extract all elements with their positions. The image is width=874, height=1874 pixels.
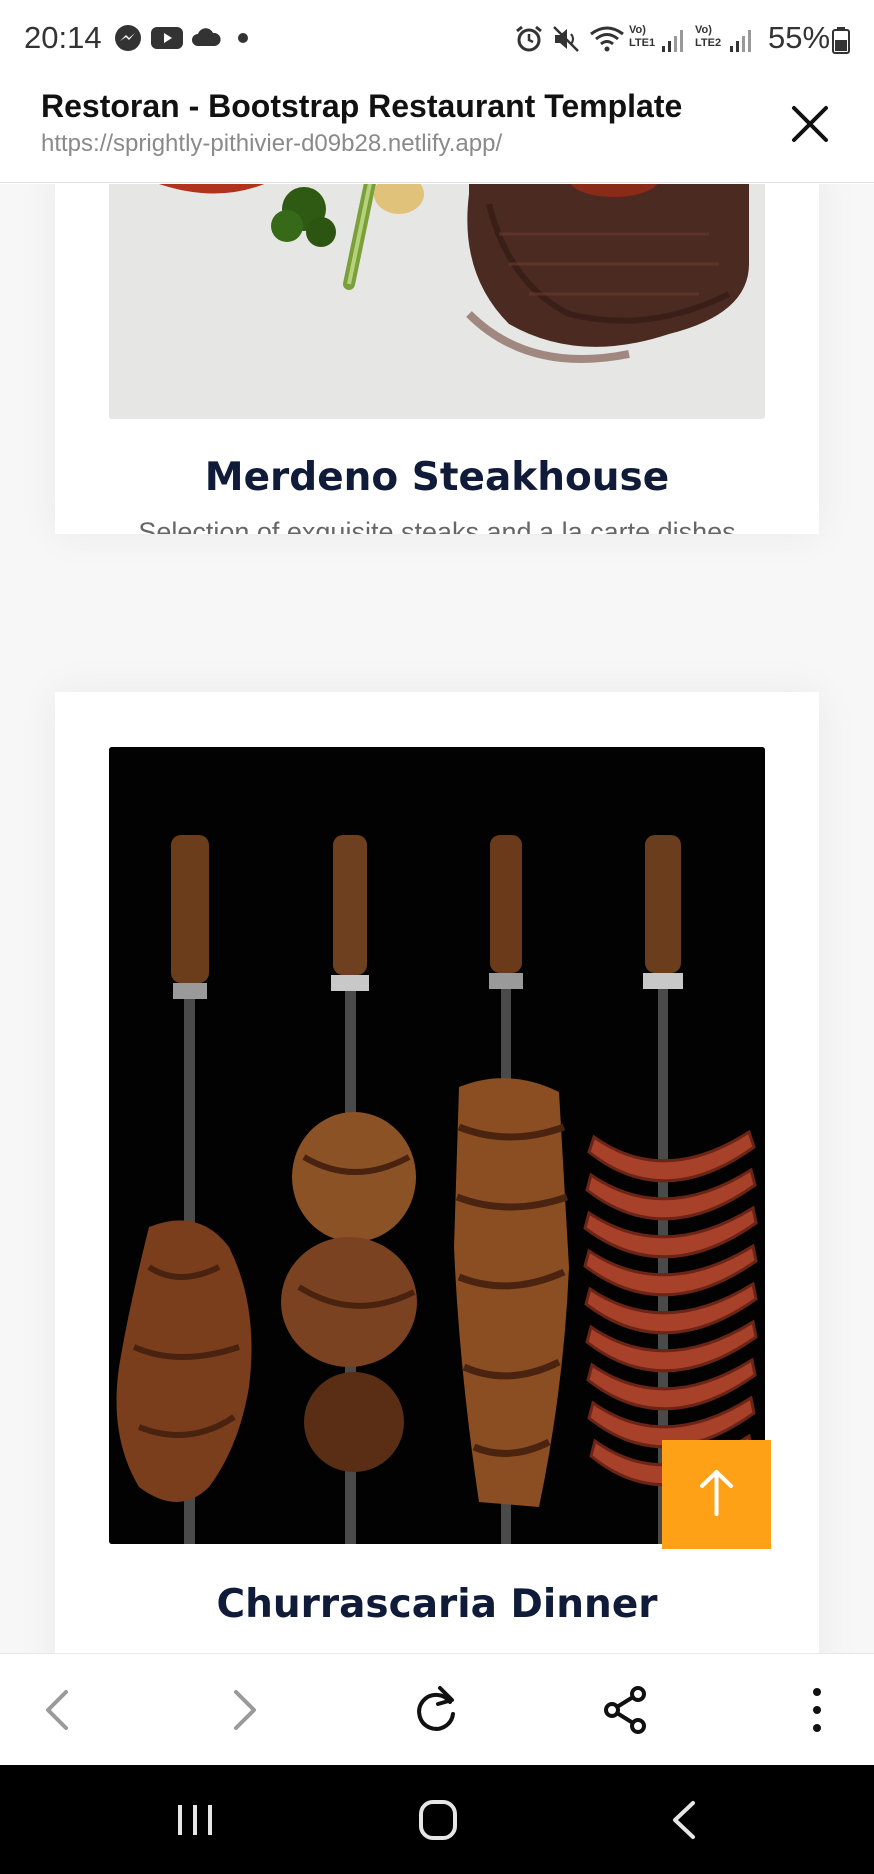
custom-tab-header: Restoran - Bootstrap Restaurant Template… (0, 78, 874, 183)
wifi-icon (590, 26, 624, 52)
web-content[interactable]: Merdeno Steakhouse Selection of exquisit… (0, 184, 874, 1653)
back-icon[interactable] (655, 1795, 715, 1845)
restaurant-card[interactable]: Merdeno Steakhouse Selection of exquisit… (55, 184, 819, 534)
alarm-icon (516, 25, 542, 52)
arrow-up-icon (700, 1470, 733, 1516)
cloud-icon (192, 28, 221, 46)
skewers-image[interactable] (109, 747, 765, 1544)
card-title: Churrascaria Dinner (216, 1582, 658, 1627)
mute-icon (553, 26, 579, 52)
browser-toolbar (0, 1653, 874, 1765)
page-title: Restoran - Bootstrap Restaurant Template (41, 88, 683, 124)
recent-apps-icon[interactable] (165, 1795, 225, 1845)
signal-lte1-icon: Vo) LTE1 (629, 24, 685, 56)
card-title: Merdeno Steakhouse (204, 455, 670, 500)
messenger-icon (115, 25, 141, 51)
home-icon[interactable] (408, 1795, 468, 1845)
back-arrow-icon[interactable] (28, 1680, 88, 1740)
steak-image[interactable] (109, 184, 765, 419)
back-to-top-button[interactable] (662, 1440, 771, 1549)
close-icon[interactable] (786, 100, 834, 148)
reload-icon[interactable] (406, 1680, 466, 1740)
battery-text: 55% (768, 20, 831, 55)
lte2-label: Vo) LTE2 (695, 24, 722, 49)
status-time: 20:14 (24, 20, 102, 55)
battery-icon (832, 27, 850, 54)
dot-icon (238, 33, 248, 43)
lte1-label: Vo) LTE1 (629, 24, 656, 49)
page-url[interactable]: https://sprightly-pithivier-d09b28.netli… (41, 130, 502, 158)
signal-lte2-icon: Vo) LTE2 (695, 24, 757, 56)
share-icon[interactable] (596, 1680, 656, 1740)
youtube-icon (151, 27, 183, 49)
status-bar: 20:14 Vo) LTE1 Vo) LTE2 55% (0, 0, 874, 78)
more-options-icon[interactable] (787, 1680, 847, 1740)
forward-arrow-icon[interactable] (214, 1680, 274, 1740)
card-description: Selection of exquisite steaks and a la c… (138, 517, 736, 534)
android-nav-bar (0, 1765, 874, 1874)
